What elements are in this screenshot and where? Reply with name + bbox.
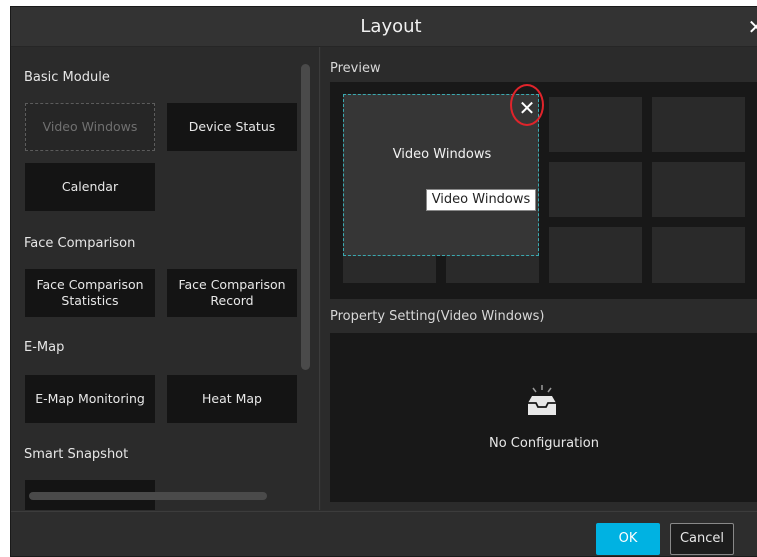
module-face-comparison-record[interactable]: Face Comparison Record (167, 269, 297, 317)
cancel-button[interactable]: Cancel (670, 523, 734, 555)
title-bar: Layout ✕ (11, 7, 757, 47)
dialog-footer: OK Cancel (11, 511, 757, 556)
module-e-map-monitoring[interactable]: E-Map Monitoring (25, 375, 155, 423)
dialog-title: Layout (360, 16, 422, 37)
module-heat-map[interactable]: Heat Map (167, 375, 297, 423)
module-label: Face Comparison Record (178, 277, 286, 308)
close-icon[interactable]: ✕ (516, 97, 538, 119)
module-label: Video Windows (42, 119, 138, 134)
grid-cell[interactable] (549, 97, 642, 152)
grid-cell[interactable] (549, 227, 642, 283)
empty-state-text: No Configuration (489, 436, 599, 451)
module-label: Calendar (61, 179, 119, 194)
video-windows-widget[interactable]: Video Windows ✕ (343, 94, 539, 256)
module-video-windows[interactable]: Video Windows (25, 103, 155, 151)
ok-button[interactable]: OK (596, 523, 660, 555)
preview-title: Preview (330, 61, 381, 76)
grid-cell[interactable] (652, 97, 745, 152)
module-calendar[interactable]: Calendar (25, 163, 155, 211)
vertical-scrollbar[interactable] (301, 64, 310, 370)
section-title-face-comparison: Face Comparison (24, 236, 136, 251)
module-label: Face Comparison Statistics (36, 277, 144, 308)
module-label: Heat Map (201, 391, 262, 406)
close-icon[interactable]: ✕ (746, 15, 757, 39)
module-label: E-Map Monitoring (35, 391, 145, 406)
grid-cell[interactable] (652, 162, 745, 217)
section-title-smart-snapshot: Smart Snapshot (24, 447, 129, 462)
preview-panel: Preview Video Windows ✕ Property Setting… (321, 47, 757, 510)
module-device-status[interactable]: Device Status (167, 103, 297, 151)
module-label: Device Status (188, 119, 276, 134)
layout-dialog: Layout ✕ Basic Module Video Windows Devi… (10, 6, 757, 557)
horizontal-scrollbar[interactable] (29, 492, 267, 500)
grid-cell[interactable] (549, 162, 642, 217)
widget-label: Video Windows (392, 147, 492, 162)
property-setting-area: No Configuration (330, 333, 757, 502)
empty-inbox-icon (528, 385, 556, 415)
module-panel: Basic Module Video Windows Device Status… (11, 47, 320, 510)
grid-cell[interactable] (652, 227, 745, 283)
tooltip: Video Windows (426, 189, 536, 211)
section-title-e-map: E-Map (24, 340, 65, 355)
module-face-comparison-statistics[interactable]: Face Comparison Statistics (25, 269, 155, 317)
preview-grid: Video Windows ✕ (330, 82, 757, 299)
property-setting-title: Property Setting(Video Windows) (330, 309, 545, 324)
section-title-basic-module: Basic Module (24, 70, 110, 85)
